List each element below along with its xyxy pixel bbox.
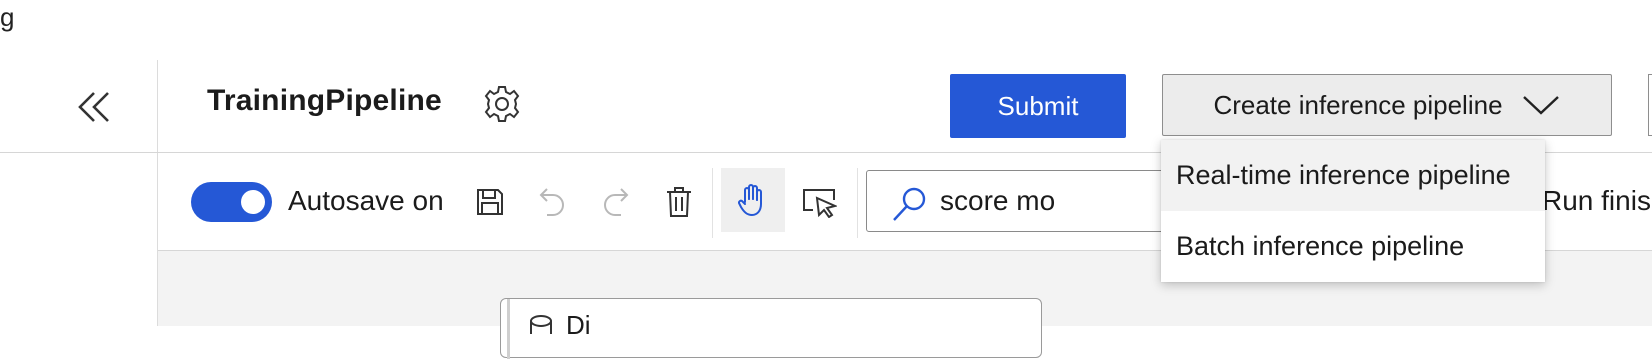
menu-item-real-time-inference[interactable]: Real-time inference pipeline — [1161, 140, 1545, 211]
redo-button[interactable] — [594, 180, 638, 224]
undo-icon — [539, 188, 564, 216]
delete-button[interactable] — [657, 180, 701, 224]
pointer-select-icon — [803, 189, 837, 218]
autosave-label: Autosave on — [288, 185, 444, 216]
toggle-knob — [241, 190, 265, 214]
truncated-top-text: g — [0, 2, 15, 32]
create-inference-pipeline-button[interactable]: Create inference pipeline — [1162, 74, 1612, 136]
save-icon — [477, 189, 503, 215]
select-mode-button[interactable] — [797, 180, 841, 224]
offscreen-button-edge[interactable] — [1648, 74, 1652, 136]
undo-button[interactable] — [530, 180, 574, 224]
search-input-value[interactable]: score mo — [940, 185, 1055, 217]
search-icon — [893, 187, 926, 221]
chevron-down-icon — [1522, 96, 1559, 115]
run-status-text: Run finish — [1542, 185, 1652, 216]
submit-button[interactable]: Submit — [950, 74, 1126, 138]
collapse-panel-button[interactable] — [66, 82, 122, 132]
hand-icon — [738, 184, 762, 216]
menu-item-batch-inference[interactable]: Batch inference pipeline — [1161, 211, 1545, 282]
create-inference-pipeline-label: Create inference pipeline — [1213, 89, 1503, 120]
redo-icon — [604, 188, 629, 216]
trash-icon — [667, 187, 691, 217]
settings-button[interactable] — [482, 84, 522, 124]
node-accent-bar — [507, 299, 510, 359]
autosave-toggle[interactable] — [191, 182, 272, 222]
save-button[interactable] — [468, 180, 512, 224]
create-inference-dropdown-menu: Real-time inference pipeline Batch infer… — [1161, 140, 1545, 282]
database-icon — [530, 315, 552, 334]
search-icon-container — [890, 184, 930, 224]
pan-mode-button[interactable] — [721, 168, 785, 232]
toolbar-separator — [712, 168, 713, 238]
toolbar-separator — [857, 168, 858, 238]
node-icon-container — [528, 314, 554, 334]
double-chevron-left-icon — [78, 92, 109, 122]
gear-icon — [484, 86, 520, 122]
page-title: TrainingPipeline — [207, 84, 442, 117]
